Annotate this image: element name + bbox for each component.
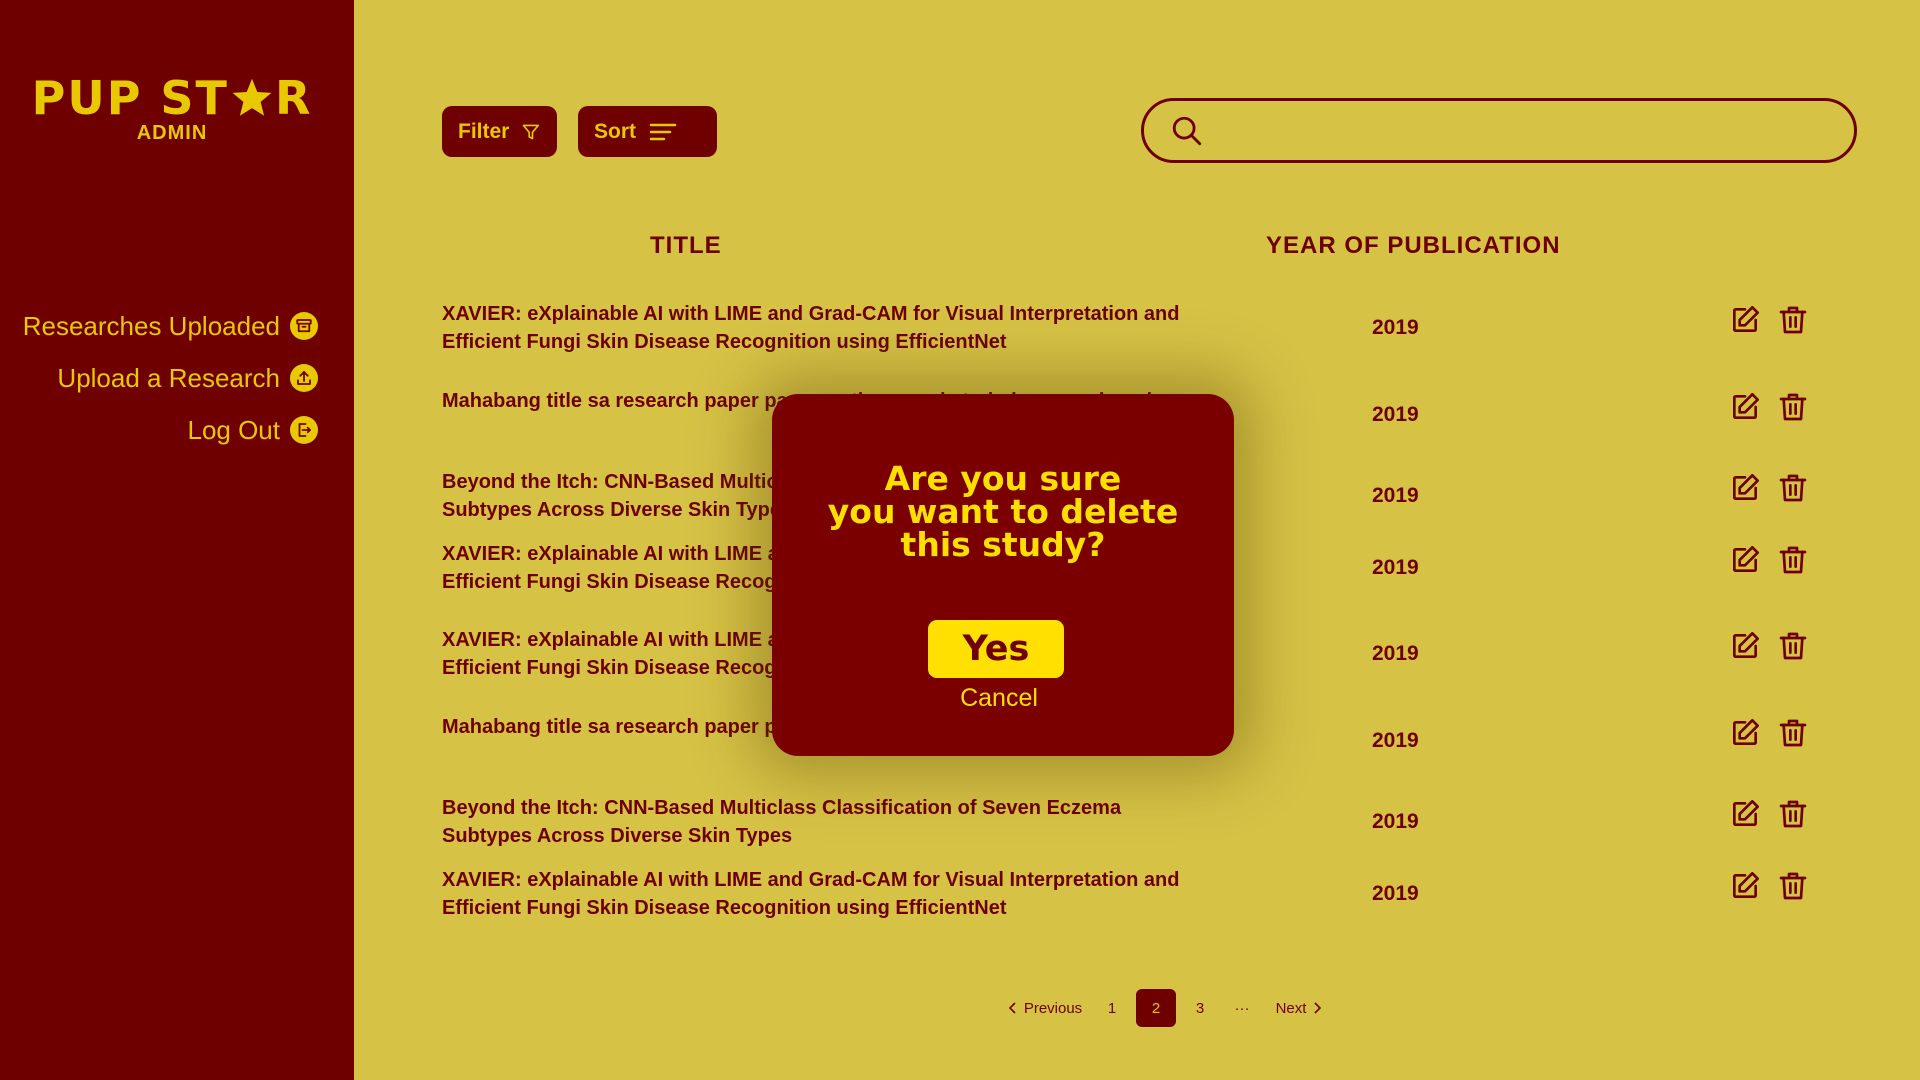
trash-icon[interactable]	[1777, 870, 1809, 902]
trash-icon[interactable]	[1777, 798, 1809, 830]
confirm-yes-button[interactable]: Yes	[928, 620, 1064, 678]
edit-icon[interactable]	[1729, 798, 1761, 830]
row-actions	[1729, 472, 1809, 504]
row-title[interactable]: XAVIER: eXplainable AI with LIME and Gra…	[442, 866, 1182, 922]
sidebar-nav: Researches Uploaded Upload a Research Lo…	[23, 300, 318, 456]
row-year: 2019	[1372, 729, 1419, 752]
brand-logo[interactable]: PUP ST R ADMIN	[0, 72, 344, 145]
brand-subtitle: ADMIN	[136, 122, 208, 144]
row-actions	[1729, 304, 1809, 336]
cancel-button[interactable]: Cancel	[772, 684, 1226, 713]
trash-icon[interactable]	[1777, 472, 1809, 504]
page-1-button[interactable]: 1	[1092, 989, 1132, 1027]
row-year: 2019	[1372, 642, 1419, 665]
row-year: 2019	[1372, 882, 1419, 905]
brand-title-left: PUP ST	[31, 71, 229, 125]
chevron-right-icon	[1314, 1002, 1322, 1014]
row-title[interactable]: XAVIER: eXplainable AI with LIME and Gra…	[442, 300, 1182, 356]
edit-icon[interactable]	[1729, 544, 1761, 576]
pagination-ellipsis: ···	[1234, 999, 1250, 1017]
row-year: 2019	[1372, 810, 1419, 833]
filter-label: Filter	[458, 119, 510, 143]
column-header-title: TITLE	[650, 232, 722, 259]
row-actions	[1729, 798, 1809, 830]
star-icon	[232, 78, 272, 116]
row-year: 2019	[1372, 484, 1419, 507]
column-header-year: YEAR OF PUBLICATION	[1266, 232, 1561, 259]
trash-icon[interactable]	[1777, 304, 1809, 336]
modal-question-line: you want to delete	[827, 492, 1179, 531]
edit-icon[interactable]	[1729, 304, 1761, 336]
brand-title-right: R	[274, 71, 313, 125]
trash-icon[interactable]	[1777, 391, 1809, 423]
sidebar-item-researches-uploaded[interactable]: Researches Uploaded	[23, 300, 318, 352]
edit-icon[interactable]	[1729, 717, 1761, 749]
brand-title: PUP ST R	[0, 72, 344, 124]
sidebar-item-label: Log Out	[187, 414, 280, 445]
trash-icon[interactable]	[1777, 544, 1809, 576]
sidebar-item-label: Upload a Research	[57, 362, 280, 393]
delete-confirmation-modal: Are you sure you want to delete this stu…	[772, 394, 1234, 756]
row-actions	[1729, 717, 1809, 749]
row-year: 2019	[1372, 403, 1419, 426]
logout-icon	[290, 416, 318, 444]
modal-question-line: Are you sure	[884, 459, 1122, 498]
upload-icon	[290, 364, 318, 392]
filter-button[interactable]: Filter	[442, 106, 557, 157]
row-title[interactable]: Beyond the Itch: CNN-Based Multiclass Cl…	[442, 794, 1182, 850]
sidebar: PUP ST R ADMIN Researches Uploaded Uploa…	[0, 0, 354, 1080]
next-label: Next	[1275, 999, 1307, 1017]
sort-button[interactable]: Sort	[578, 106, 717, 157]
sort-label: Sort	[594, 119, 636, 143]
pagination: Previous 1 2 3 ··· Next	[1000, 989, 1336, 1027]
row-actions	[1729, 870, 1809, 902]
chevron-left-icon	[1008, 1002, 1016, 1014]
edit-icon[interactable]	[1729, 630, 1761, 662]
edit-icon[interactable]	[1729, 472, 1761, 504]
sort-lines-icon	[649, 123, 677, 140]
row-actions	[1729, 630, 1809, 662]
search-input[interactable]	[1218, 116, 1854, 145]
previous-label: Previous	[1023, 999, 1083, 1017]
archive-icon	[290, 312, 318, 340]
edit-icon[interactable]	[1729, 870, 1761, 902]
page-3-button[interactable]: 3	[1180, 989, 1220, 1027]
sidebar-item-logout[interactable]: Log Out	[187, 404, 318, 456]
modal-question-line: this study?	[900, 525, 1106, 564]
edit-icon[interactable]	[1729, 391, 1761, 423]
sidebar-item-upload-research[interactable]: Upload a Research	[57, 352, 318, 404]
trash-icon[interactable]	[1777, 630, 1809, 662]
row-year: 2019	[1372, 556, 1419, 579]
modal-question: Are you sure you want to delete this stu…	[772, 462, 1234, 561]
previous-page-button[interactable]: Previous	[1000, 1000, 1090, 1017]
filter-icon	[522, 124, 540, 139]
trash-icon[interactable]	[1777, 717, 1809, 749]
row-year: 2019	[1372, 316, 1419, 339]
next-page-button[interactable]: Next	[1262, 1000, 1336, 1017]
search-bar[interactable]	[1141, 98, 1857, 163]
sidebar-item-label: Researches Uploaded	[22, 310, 280, 341]
row-actions	[1729, 391, 1809, 423]
row-actions	[1729, 544, 1809, 576]
page-2-button[interactable]: 2	[1136, 989, 1176, 1027]
search-icon	[1172, 116, 1202, 145]
